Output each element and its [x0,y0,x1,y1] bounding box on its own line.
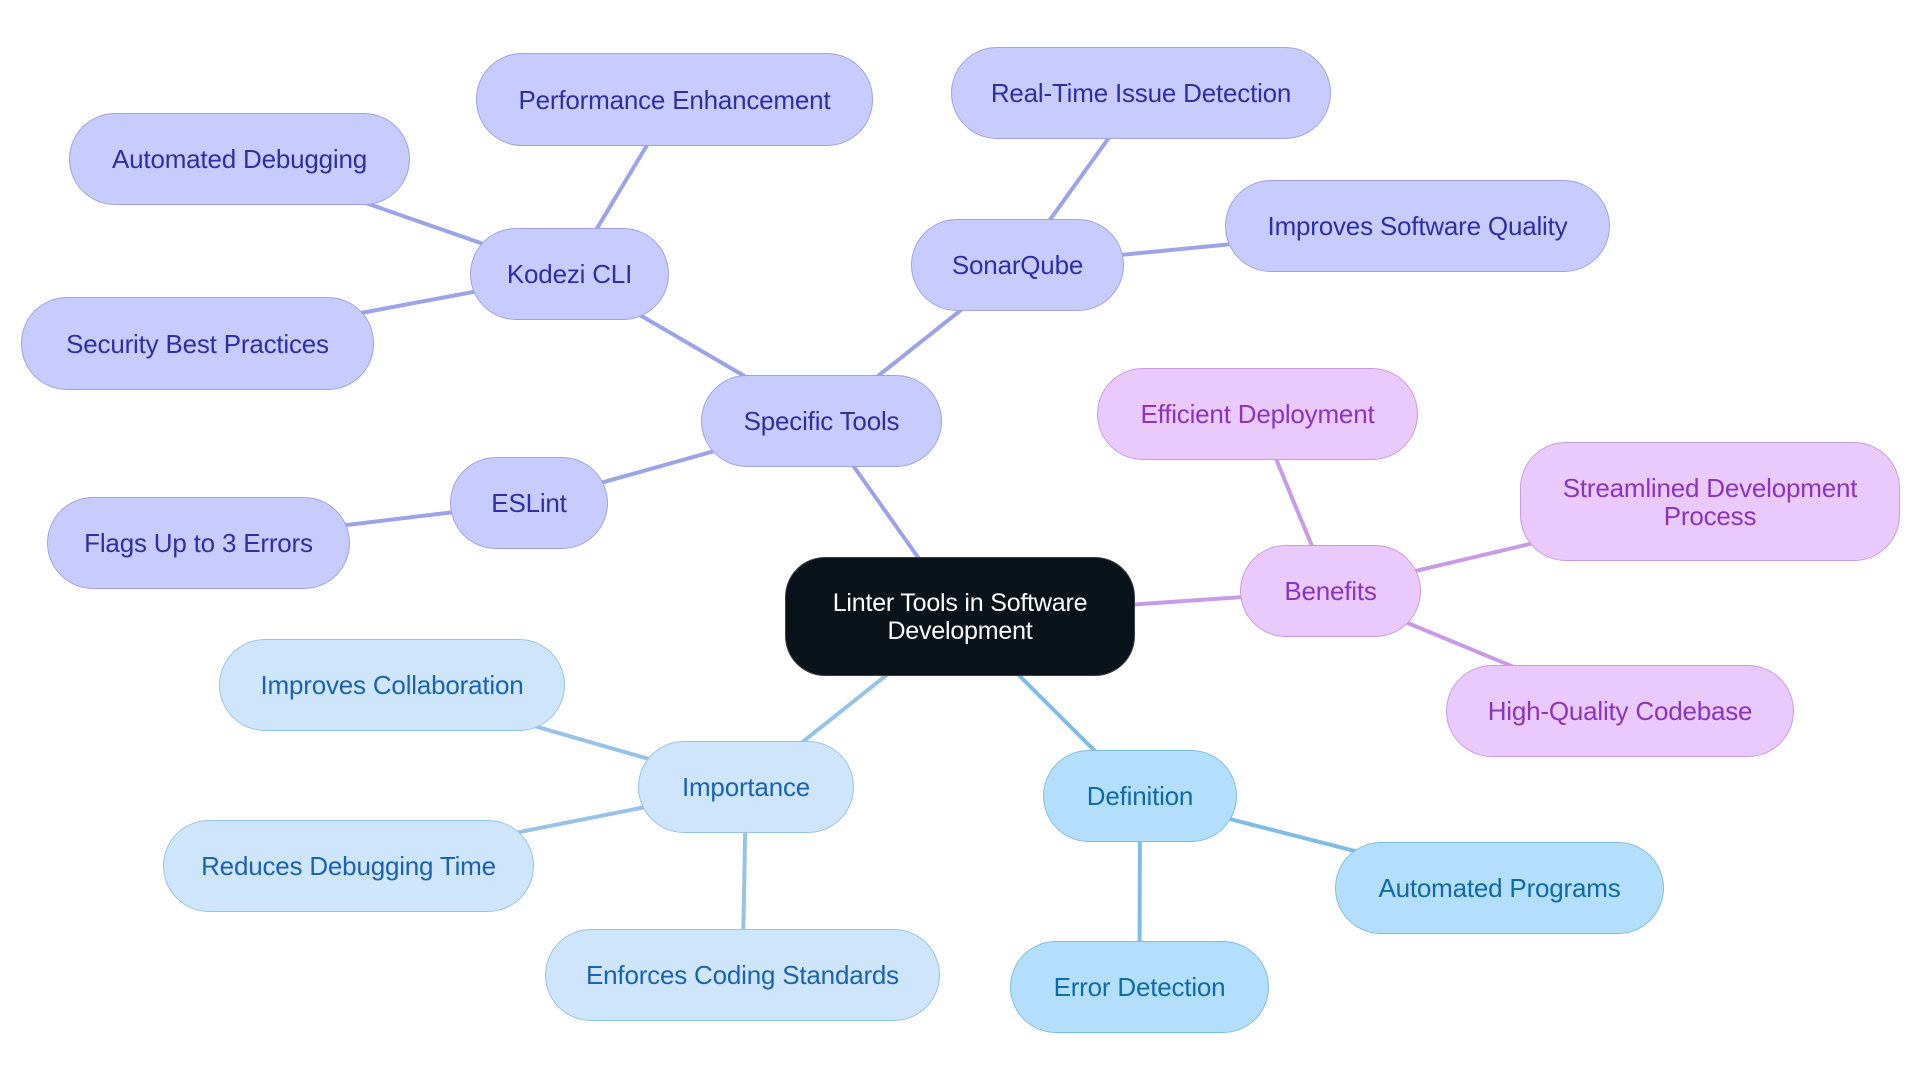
node-label: Kodezi CLI [506,259,633,289]
node-definition[interactable]: Definition [1043,750,1237,842]
node-streamlined-development-process[interactable]: Streamlined Development Process [1520,442,1900,561]
node-label: Reduces Debugging Time [201,851,496,881]
node-label: Error Detection [1053,972,1226,1002]
node-specific-tools[interactable]: Specific Tools [701,375,942,467]
node-importance[interactable]: Importance [638,741,854,833]
node-flags-up-to-3-errors[interactable]: Flags Up to 3 Errors [47,497,350,589]
node-label: Importance [681,772,811,802]
node-enforces-coding-standards[interactable]: Enforces Coding Standards [545,929,940,1021]
node-label: Definition [1086,781,1194,811]
node-label: Improves Software Quality [1267,211,1568,241]
node-reduces-debugging-time[interactable]: Reduces Debugging Time [163,820,534,912]
node-eslint[interactable]: ESLint [450,457,608,549]
node-efficient-deployment[interactable]: Efficient Deployment [1097,368,1418,460]
node-label: Flags Up to 3 Errors [84,528,313,558]
node-label: Security Best Practices [66,328,329,359]
root-node[interactable]: Linter Tools in Software Development [785,557,1135,676]
node-label: SonarQube [951,250,1084,280]
node-label: Benefits [1284,576,1377,606]
node-high-quality-codebase[interactable]: High-Quality Codebase [1446,665,1794,757]
node-label: Real-Time Issue Detection [990,78,1292,108]
node-label: Performance Enhancement [518,84,831,115]
node-benefits[interactable]: Benefits [1240,545,1421,637]
node-label: Improves Collaboration [260,670,524,700]
node-real-time-issue-detection[interactable]: Real-Time Issue Detection [951,47,1331,139]
node-label: ESLint [491,488,567,518]
root-node-label: Linter Tools in Software Development [832,588,1088,645]
node-label: Efficient Deployment [1140,399,1375,429]
node-security-best-practices[interactable]: Security Best Practices [21,297,374,390]
node-label: Automated Debugging [112,144,367,174]
node-label: Enforces Coding Standards [586,960,899,990]
node-automated-programs[interactable]: Automated Programs [1335,842,1664,934]
node-sonarqube[interactable]: SonarQube [911,219,1124,311]
node-error-detection[interactable]: Error Detection [1010,941,1269,1033]
node-label: High-Quality Codebase [1487,696,1753,726]
node-performance-enhancement[interactable]: Performance Enhancement [476,53,873,146]
node-label: Streamlined Development Process [1562,472,1858,531]
node-label: Specific Tools [743,406,900,436]
node-label: Automated Programs [1378,873,1621,903]
node-improves-software-quality[interactable]: Improves Software Quality [1225,180,1610,272]
node-kodezi-cli[interactable]: Kodezi CLI [470,228,669,320]
node-automated-debugging[interactable]: Automated Debugging [69,113,410,205]
node-improves-collaboration[interactable]: Improves Collaboration [219,639,565,731]
